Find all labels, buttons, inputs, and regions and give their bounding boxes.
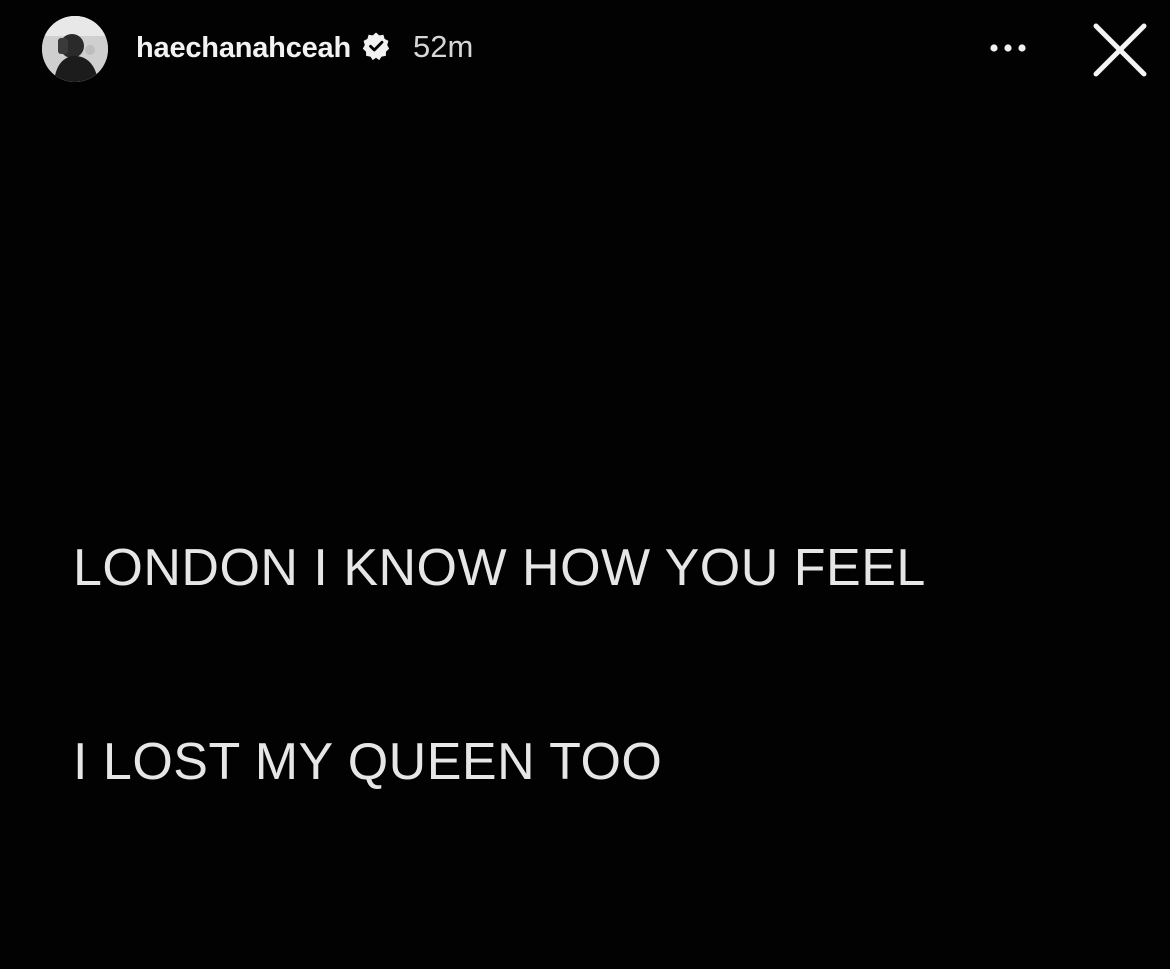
close-icon[interactable] (1088, 18, 1152, 82)
avatar[interactable] (42, 16, 108, 82)
story-timestamp: 52m (413, 29, 474, 64)
story-text-line-2: I LOST MY QUEEN TOO (73, 733, 663, 791)
more-options-icon[interactable] (984, 30, 1038, 66)
story-text-line-1: LONDON I KNOW HOW YOU FEEL (73, 539, 926, 597)
avatar-image (42, 16, 108, 82)
story-viewer: haechanahceah 52m LONDON I KNOW HOW YOU … (0, 0, 1170, 969)
story-header: haechanahceah 52m (0, 0, 1170, 100)
story-username[interactable]: haechanahceah (136, 30, 351, 66)
verified-badge-icon (362, 32, 390, 61)
